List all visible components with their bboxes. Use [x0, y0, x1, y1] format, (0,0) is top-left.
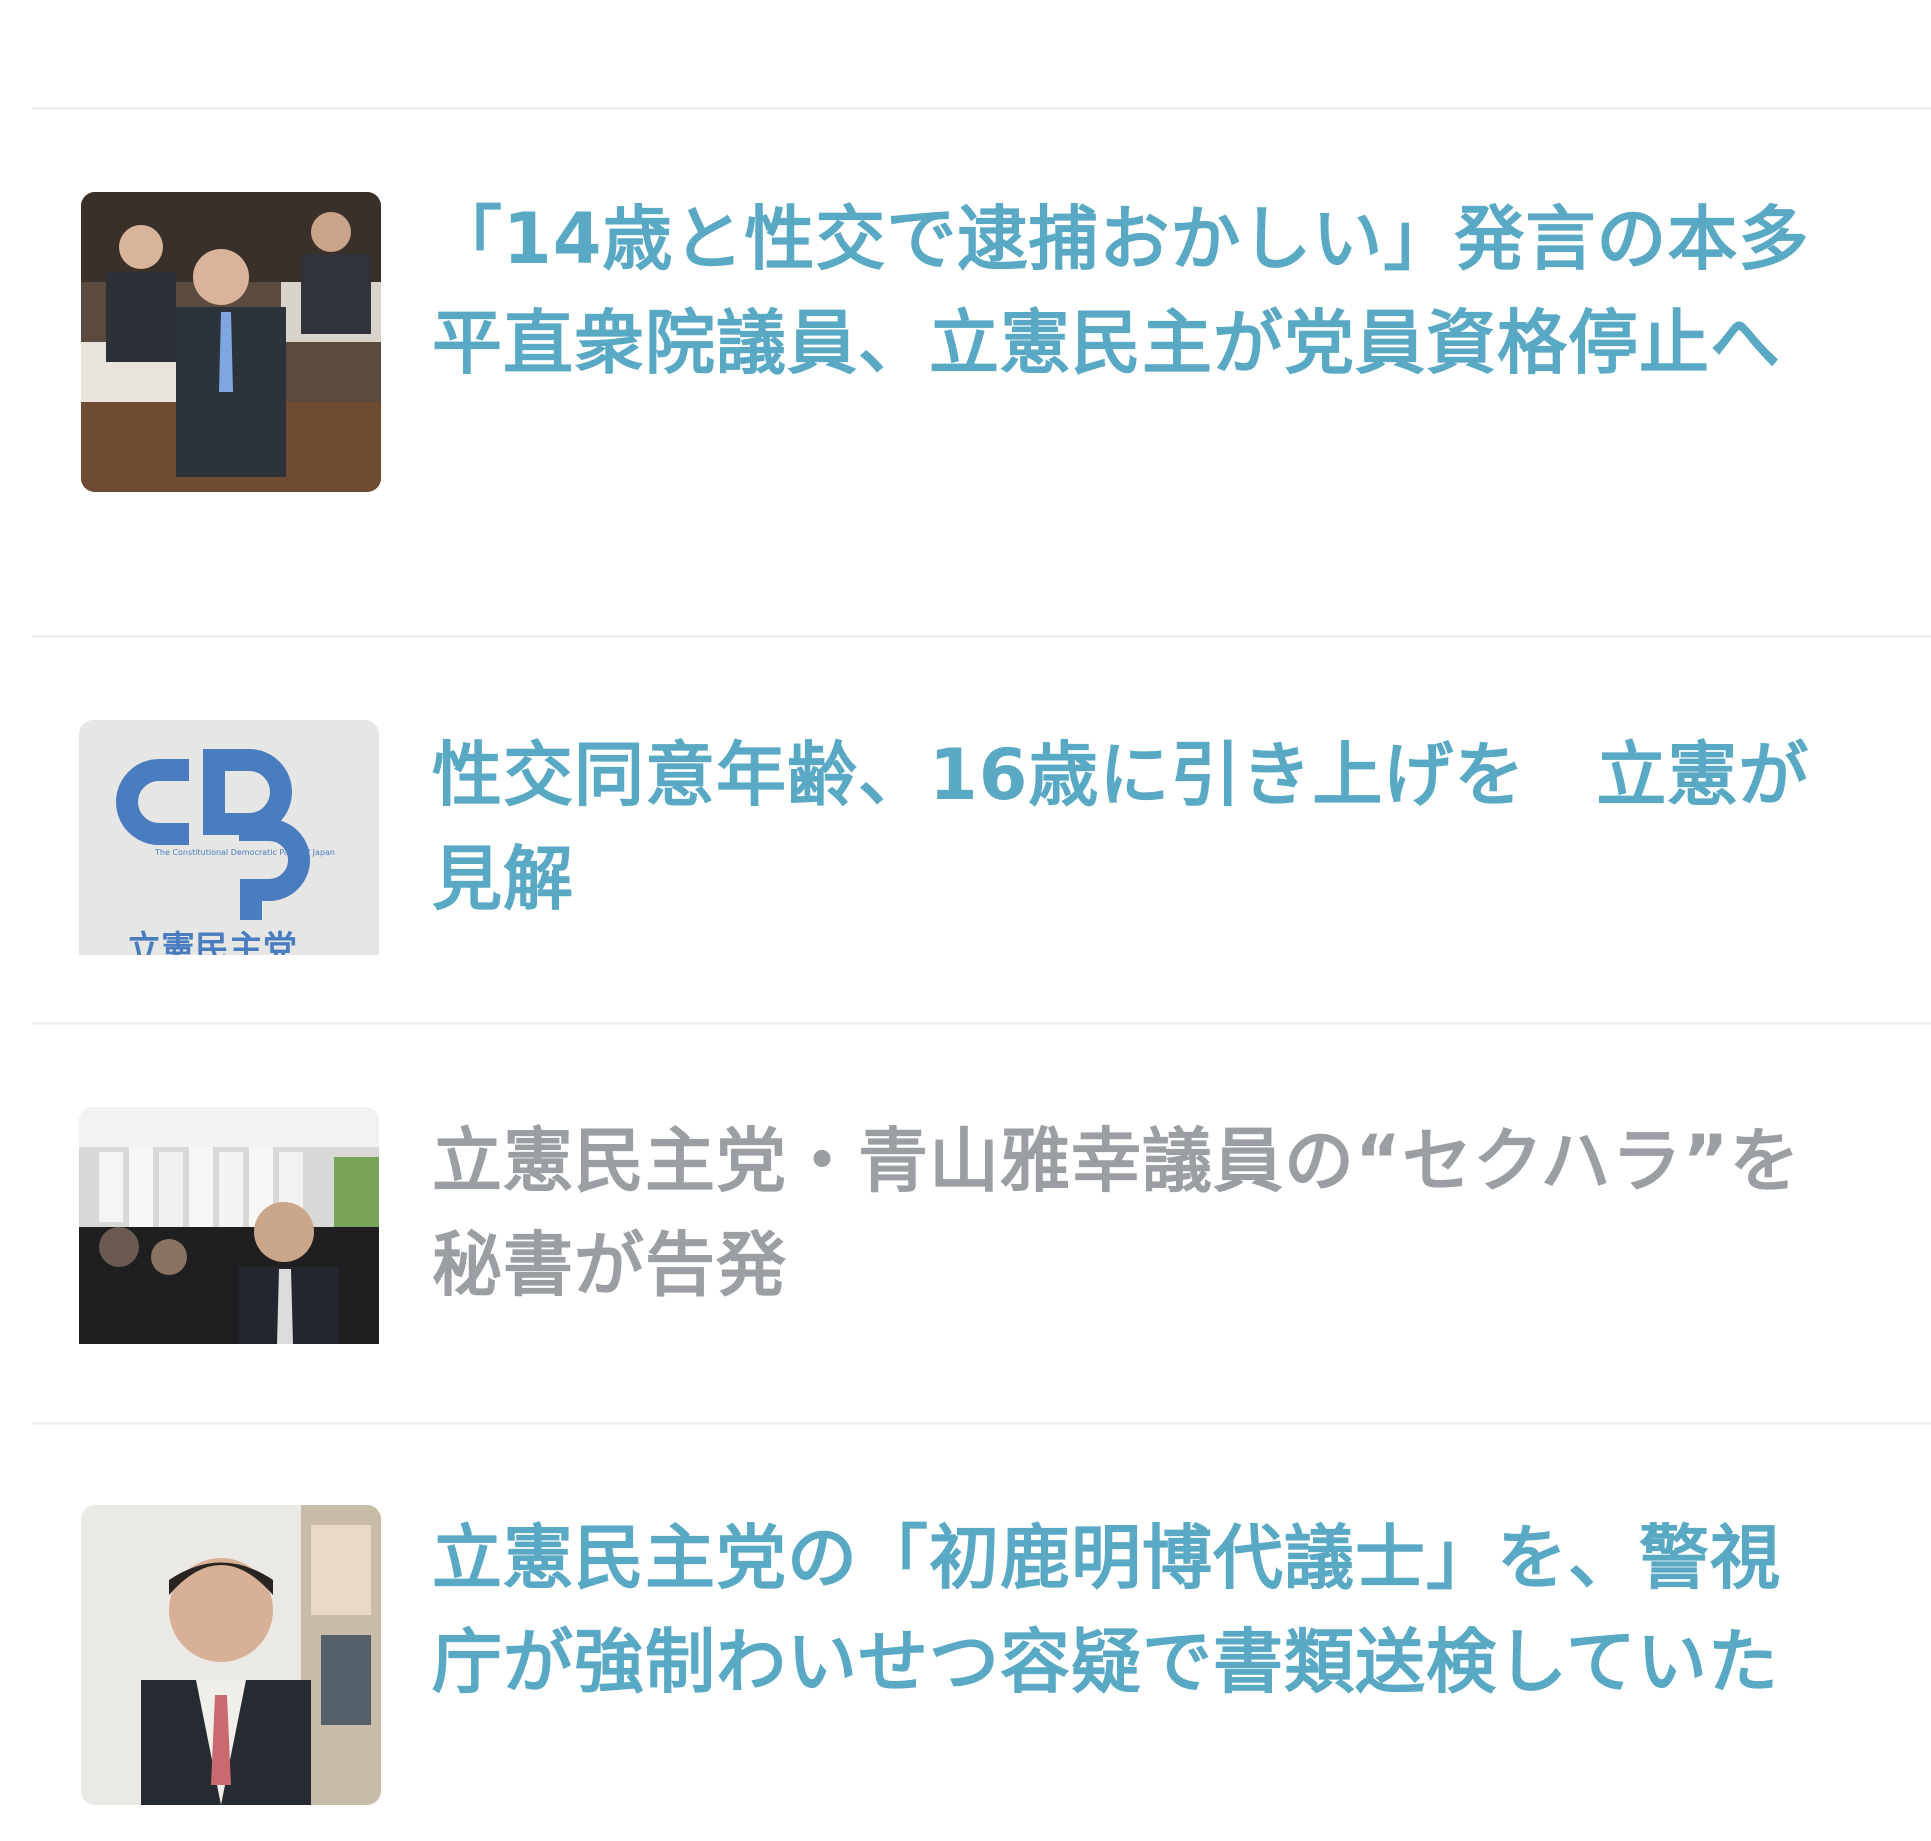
article-title[interactable]: 立憲民主党の「初鹿明博代議士」を、警視庁が強制わいせつ容疑で書類送検していた: [432, 1506, 1812, 1714]
article-item[interactable]: 立憲民主党の「初鹿明博代議士」を、警視庁が強制わいせつ容疑で書類送検していた: [0, 1425, 1931, 1841]
article-title[interactable]: 性交同意年齢、16歳に引き上げを 立憲が見解: [432, 723, 1812, 931]
article-title[interactable]: 立憲民主党・青山雅幸議員の“セクハラ”を秘書が告発: [432, 1109, 1812, 1317]
article-list: 「14歳と性交で逮捕おかしい」発言の本多平直衆院議員、立憲民主が党員資格停止へ …: [0, 0, 1931, 1841]
logo-english-text: The Constitutional Democratic Party of J…: [154, 848, 335, 857]
politician-portrait-thumbnail: [81, 1505, 381, 1805]
article-item[interactable]: 立憲民主党・青山雅幸議員の“セクハラ”を秘書が告発: [0, 1025, 1931, 1423]
cdp-logo-thumbnail: The Constitutional Democratic Party of J…: [79, 720, 379, 955]
press-conference-photo-thumbnail: [79, 1107, 379, 1344]
article-title[interactable]: 「14歳と性交で逮捕おかしい」発言の本多平直衆院議員、立憲民主が党員資格停止へ: [432, 187, 1812, 395]
politician-photo-thumbnail: [81, 192, 381, 492]
article-item[interactable]: 「14歳と性交で逮捕おかしい」発言の本多平直衆院議員、立憲民主が党員資格停止へ: [0, 110, 1931, 640]
logo-japanese-text: 立憲民主党: [127, 929, 297, 955]
article-item[interactable]: The Constitutional Democratic Party of J…: [0, 638, 1931, 1023]
